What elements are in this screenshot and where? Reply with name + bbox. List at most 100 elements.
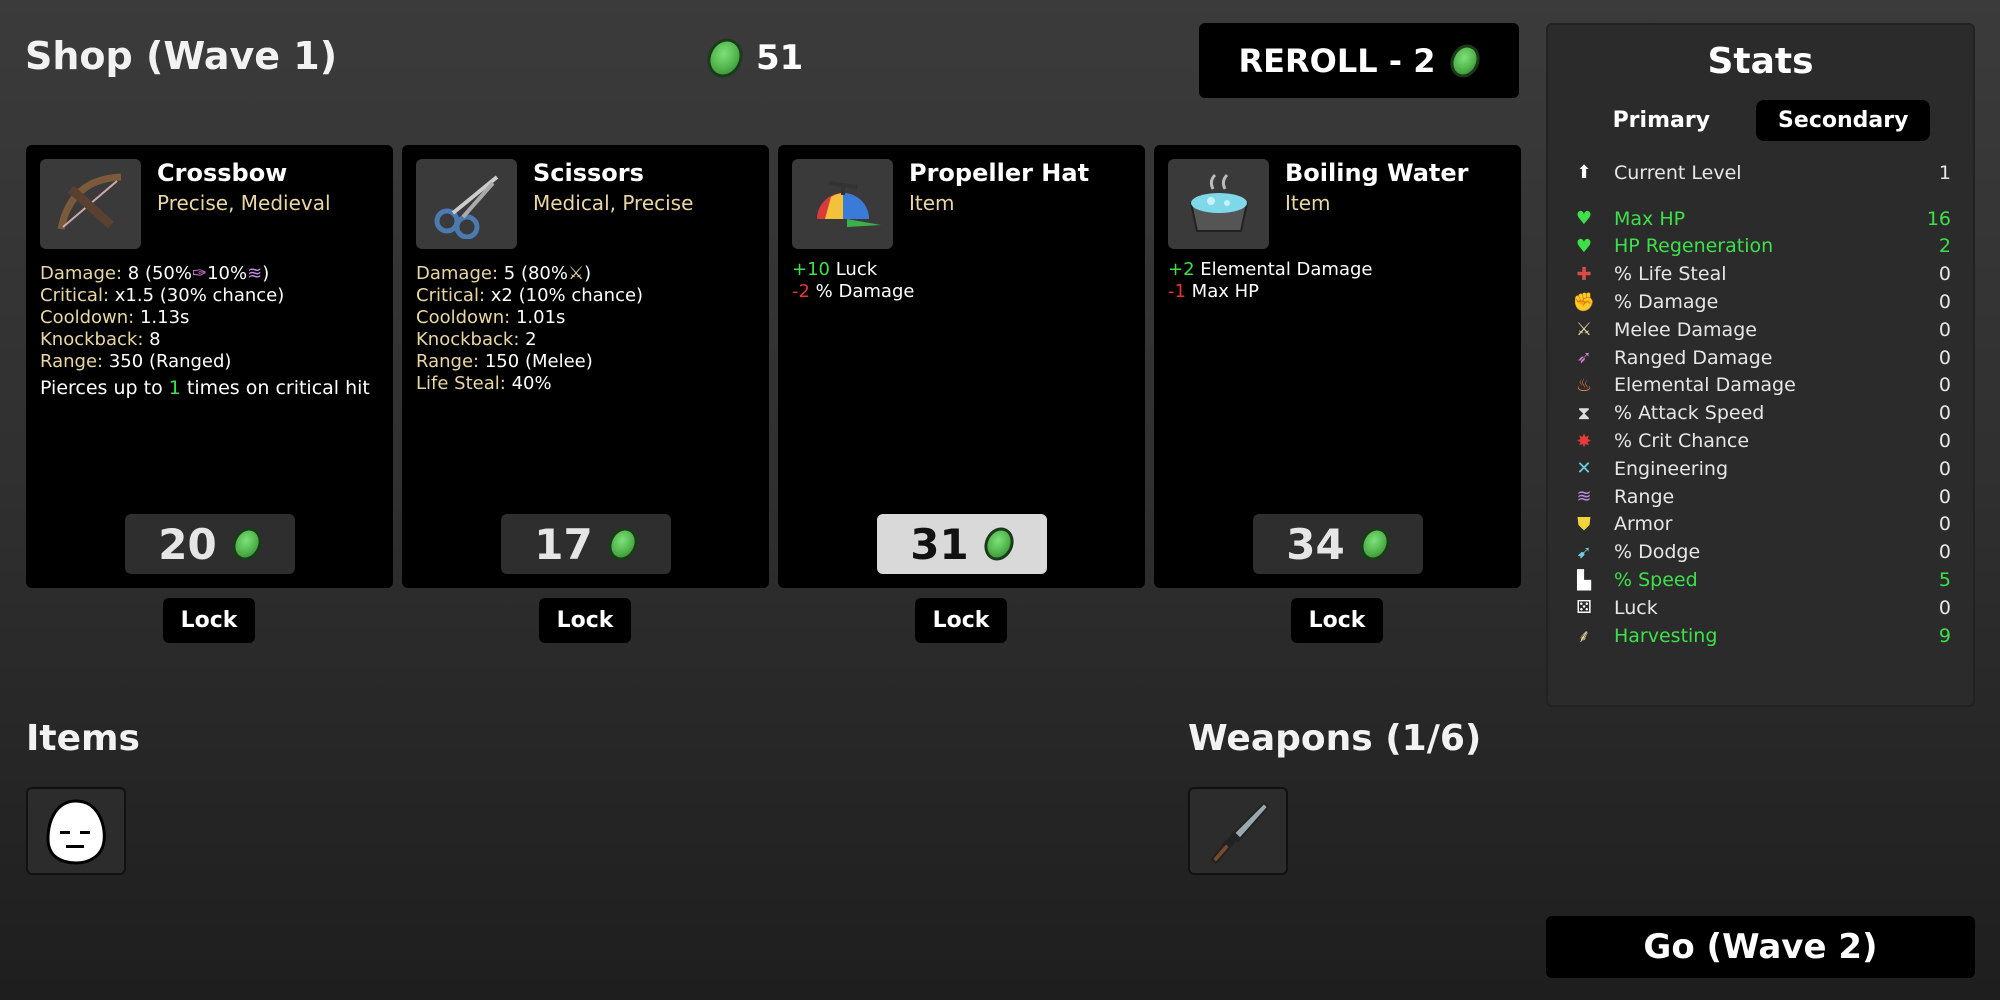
card-stats: Damage: 5 (80%⚔) Critical: x2 (10% chanc… [416, 263, 755, 395]
weapons-title: Weapons (1/6) [1188, 718, 1482, 759]
wheat-icon: ⸙ [1577, 625, 1591, 647]
stat-label: Current Level [1614, 161, 1742, 184]
stat-label: % Damage [1614, 291, 1719, 314]
card-tags: Item [909, 191, 955, 215]
price-value: 20 [158, 519, 217, 569]
stat-value: 16 [1926, 207, 1951, 230]
stats-panel: Stats Primary Secondary ⬆ Current Level 1 ♥… [1546, 23, 1975, 707]
card-effects: +2 Elemental Damage -1 Max HP [1168, 259, 1507, 303]
stat-line: Critical: x1.5 (30% chance) [40, 285, 285, 306]
stat-row: ≋ Range 0 [1570, 483, 1951, 511]
effect-line: +2 Elemental Damage [1168, 259, 1373, 280]
stat-row: ✕ Engineering 0 [1570, 455, 1951, 483]
wrench-icon: ✕ [1576, 458, 1592, 480]
propeller-hat-icon [792, 159, 893, 249]
price-value: 34 [1286, 519, 1345, 569]
material-coin-icon [226, 522, 267, 566]
heart-icon: ♥ [1575, 208, 1593, 230]
dodge-icon: ➹ [1576, 541, 1592, 563]
effect-line: -2 % Damage [792, 281, 915, 302]
shop-card-crossbow[interactable]: Crossbow Precise, Medieval Damage: 8 (50… [26, 145, 393, 588]
stat-line: Knockback: 8 [40, 329, 161, 350]
melee-damage-icon: ⚔ [567, 263, 585, 284]
stat-row: ⧗ % Attack Speed 0 [1570, 399, 1951, 427]
stat-label: HP Regeneration [1614, 235, 1774, 258]
stat-value: 0 [1938, 596, 1951, 619]
bow-icon: ➶ [1576, 347, 1592, 369]
price-value: 17 [534, 519, 593, 569]
hourglass-icon: ⧗ [1577, 402, 1591, 424]
tab-primary[interactable]: Primary [1591, 100, 1732, 141]
material-coin-icon [978, 522, 1019, 566]
stat-line: Cooldown: 1.01s [416, 307, 566, 328]
stat-row: ⛊ Armor 0 [1570, 511, 1951, 539]
card-tags: Medical, Precise [533, 191, 694, 215]
shop-card-scissors[interactable]: Scissors Medical, Precise Damage: 5 (80%… [402, 145, 769, 588]
stat-row: ✸ % Crit Chance 0 [1570, 427, 1951, 455]
lock-button[interactable]: Lock [1291, 598, 1383, 643]
lock-button[interactable]: Lock [539, 598, 631, 643]
material-coin-icon [602, 522, 643, 566]
stat-value: 0 [1938, 457, 1951, 480]
knife-icon [1210, 801, 1270, 865]
stat-label: Armor [1614, 513, 1673, 536]
stats-tabs: Primary Secondary [1548, 100, 1973, 141]
stat-value: 0 [1938, 541, 1951, 564]
stat-label: Engineering [1614, 457, 1728, 480]
stat-value: 0 [1938, 263, 1951, 286]
stat-label: Harvesting [1614, 624, 1718, 647]
stat-label: Elemental Damage [1614, 374, 1796, 397]
stat-line: Range: 350 (Ranged) [40, 351, 232, 372]
ranged-damage-icon: ✑ [191, 263, 208, 284]
stat-row: ✊ % Damage 0 [1570, 288, 1951, 316]
stat-value: 0 [1938, 513, 1951, 536]
stat-row: ♥ Max HP 16 [1570, 205, 1951, 233]
stat-label: Ranged Damage [1614, 346, 1773, 369]
effect-line: +10 Luck [792, 259, 878, 280]
stat-label: % Crit Chance [1614, 430, 1750, 453]
effect-line: -1 Max HP [1168, 281, 1259, 302]
card-tags: Precise, Medieval [157, 191, 331, 215]
reroll-button[interactable]: REROLL - 2 [1199, 23, 1519, 98]
stat-value: 0 [1938, 318, 1951, 341]
stat-value: 0 [1938, 402, 1951, 425]
price-button[interactable]: 17 [500, 514, 671, 574]
fist-icon: ✊ [1572, 291, 1596, 313]
stat-value: 2 [1938, 235, 1951, 258]
card-effects: +10 Luck -2 % Damage [792, 259, 1131, 303]
price-button[interactable]: 34 [1252, 514, 1423, 574]
stat-row: ⸙ Harvesting 9 [1570, 622, 1951, 650]
stat-value: 0 [1938, 485, 1951, 508]
lock-button[interactable]: Lock [163, 598, 255, 643]
dice-icon: ⚄ [1576, 597, 1592, 619]
shield-icon: ⛊ [1577, 513, 1591, 535]
material-coin-icon [1354, 522, 1395, 566]
stat-value: 1 [1938, 161, 1951, 184]
potato-character-icon [46, 799, 106, 865]
stat-label: % Attack Speed [1614, 402, 1765, 425]
stat-value: 5 [1938, 569, 1951, 592]
price-button[interactable]: 31 [876, 514, 1047, 574]
scissors-icon [416, 159, 517, 249]
stat-value: 0 [1938, 346, 1951, 369]
stat-row: ➹ % Dodge 0 [1570, 538, 1951, 566]
stat-label: Melee Damage [1614, 318, 1757, 341]
item-slot[interactable] [26, 787, 126, 875]
shop-card-propeller-hat[interactable]: Propeller Hat Item +10 Luck -2 % Damage … [778, 145, 1145, 588]
boot-icon: ▙ [1577, 569, 1591, 591]
items-title: Items [26, 718, 140, 759]
shop-card-boiling-water[interactable]: Boiling Water Item +2 Elemental Damage -… [1154, 145, 1521, 588]
lock-button[interactable]: Lock [915, 598, 1007, 643]
stat-row: ⚔ Melee Damage 0 [1570, 316, 1951, 344]
stat-row: ▙ % Speed 5 [1570, 566, 1951, 594]
tab-secondary[interactable]: Secondary [1756, 100, 1931, 141]
stat-line: Life Steal: 40% [416, 373, 552, 394]
stat-list: ⬆ Current Level 1 ♥ Max HP 16 ♥ HP Regeneration… [1548, 159, 1973, 650]
crossbow-icon [40, 159, 141, 249]
material-coin-icon [1445, 39, 1486, 82]
weapon-slot[interactable] [1188, 787, 1288, 875]
heart-plus-icon: ♥ [1575, 235, 1593, 257]
price-button[interactable]: 20 [124, 514, 295, 574]
flame-icon: ♨ [1575, 374, 1593, 396]
go-next-wave-button[interactable]: Go (Wave 2) [1546, 916, 1975, 978]
